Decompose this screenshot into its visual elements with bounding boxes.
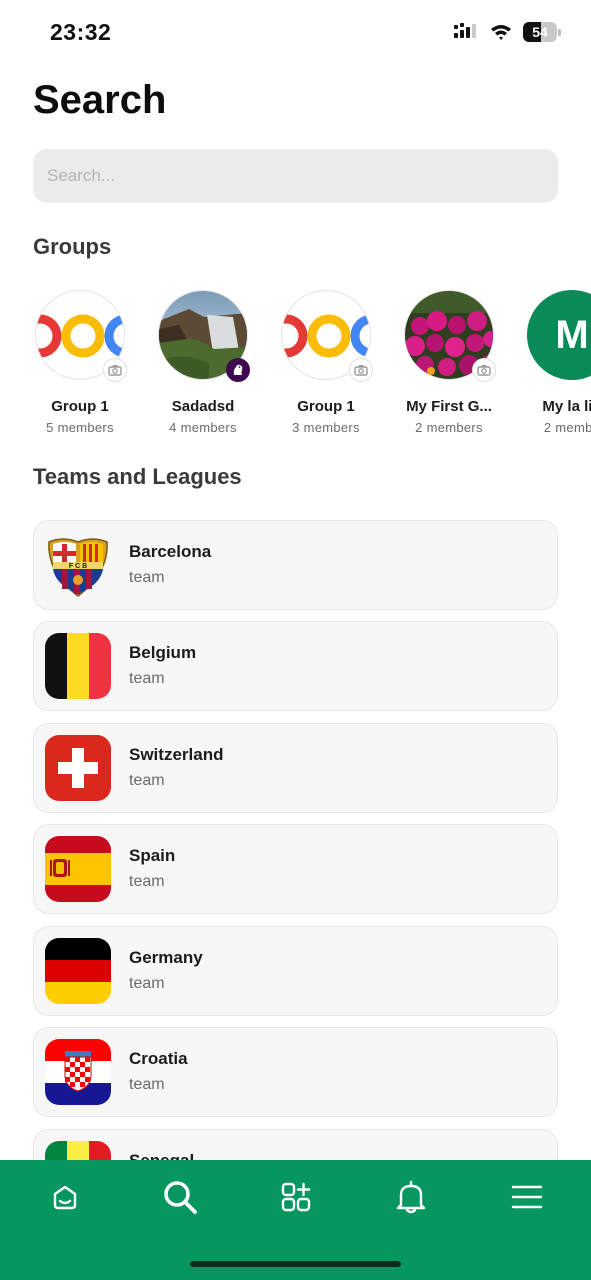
croatia-flag-icon [45,1039,111,1105]
group-name: Group 1 [297,398,355,415]
bell-icon[interactable] [381,1174,441,1220]
group-name: My First G... [406,398,492,415]
group-members: 4 members [169,420,237,435]
teams-section-title: Teams and Leagues [33,464,242,489]
camera-icon[interactable] [472,358,496,382]
group-members: 2 membe [543,420,591,435]
group-initial-avatar: M [527,290,591,380]
team-type: team [129,873,165,890]
search-icon[interactable] [150,1174,210,1220]
menu-icon[interactable] [497,1174,557,1220]
add-widgets-icon[interactable] [266,1174,326,1220]
search-input[interactable] [33,149,558,203]
camera-icon[interactable] [103,358,127,382]
group-item[interactable]: My First G... 2 members [387,290,511,435]
team-type: team [129,975,165,992]
groups-carousel[interactable]: Group 1 5 members Sadadsd 4 members Grou… [0,290,591,440]
team-row[interactable]: Switzerland team [33,723,558,813]
team-name: Germany [129,948,203,967]
group-members: 3 members [292,420,360,435]
premier-league-icon [226,358,250,382]
spain-flag-icon [45,836,111,902]
group-item[interactable]: M My la lig 2 membe [510,290,591,435]
status-icons: 54 [453,22,561,42]
team-row[interactable]: Croatia team [33,1027,558,1117]
group-item[interactable]: Group 1 5 members [18,290,142,435]
home-icon[interactable] [35,1174,95,1220]
team-name: Barcelona [129,542,212,561]
group-item[interactable]: Group 1 3 members [264,290,388,435]
group-initial: M [555,312,589,357]
status-time: 23:32 [50,19,112,45]
page-title: Search [33,78,167,122]
group-members: 2 members [415,420,483,435]
cellular-signal-icon [454,23,476,38]
team-name: Belgium [129,643,197,662]
team-name: Spain [129,846,176,865]
wifi-icon [491,25,511,40]
belgium-flag-icon [45,633,111,699]
team-row[interactable]: Germany team [33,926,558,1016]
team-type: team [129,1076,165,1093]
camera-icon[interactable] [349,358,373,382]
group-members: 5 members [46,420,114,435]
team-type: team [129,670,165,687]
team-type: team [129,772,165,789]
battery-percentage: 54 [532,24,548,40]
groups-section-title: Groups [33,234,112,259]
team-type: team [129,569,165,586]
home-indicator[interactable] [190,1261,401,1267]
team-row[interactable]: Belgium team [33,621,558,711]
team-name: Croatia [129,1049,188,1068]
team-row[interactable]: F C B Barcelona team [33,520,558,610]
team-name: Switzerland [129,745,224,764]
battery-indicator: 54 [523,22,561,42]
germany-flag-icon [45,938,111,1004]
group-name: Group 1 [51,398,109,415]
group-name: Sadadsd [171,398,235,415]
group-item[interactable]: Sadadsd 4 members [141,290,265,435]
status-bar: 23:32 54 [0,0,591,64]
switzerland-flag-icon [45,735,111,801]
svg-text:F C B: F C B [69,563,87,570]
team-row[interactable]: Spain team [33,824,558,914]
group-name: My la lig [542,398,591,415]
barcelona-crest-icon: F C B [45,532,111,598]
